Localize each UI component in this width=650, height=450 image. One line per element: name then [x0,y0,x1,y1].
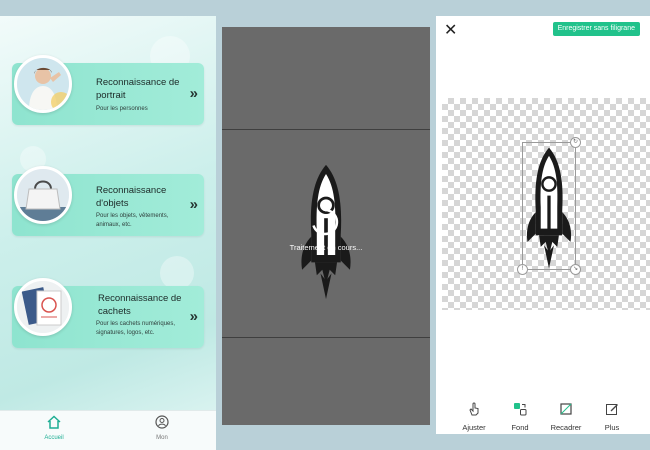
stamp-thumbnail [14,278,72,336]
handbag-thumbnail [14,166,72,224]
tool-adjust[interactable]: Ajuster [452,402,496,432]
chevron-right-icon: » [189,85,199,102]
profile-icon [155,415,169,429]
bottom-tab-bar: Accueil Mon [0,410,216,450]
tab-label: Accueil [44,435,64,441]
divider [222,129,430,130]
rotate-handle-icon[interactable]: ↻ [570,137,581,148]
chevron-right-icon: » [189,308,199,325]
resize-handle-icon[interactable]: ↘ [570,264,581,275]
tool-crop[interactable]: Recadrer [544,402,588,432]
background-icon [514,403,527,416]
save-without-watermark-button[interactable]: Enregistrer sans filigrane [552,22,640,36]
card-subtitle: Pour les objets, vêtements, animaux, etc… [96,213,169,228]
home-icon [47,415,61,429]
tab-label: Mon [156,435,168,441]
card-subtitle: Pour les personnes [96,106,148,112]
crop-icon [560,403,572,415]
edit-icon [606,404,618,415]
close-icon[interactable]: ✕ [444,23,457,39]
tool-label: Ajuster [462,423,486,432]
hand-icon [469,402,479,416]
tool-label: Plus [604,423,620,432]
processing-screen: Traitement en cours... [222,27,430,425]
editor-screen: ✕ Enregistrer sans filigrane ↻ ! ↘ Ajust… [436,16,650,434]
card-subtitle: Pour les cachets numériques, signatures,… [96,321,176,336]
editor-toolbar: Ajuster Fond Recadrer Plus [436,400,650,434]
card-title: Reconnaissance d'objets [96,185,167,209]
divider [222,337,430,338]
warning-handle-icon[interactable]: ! [517,264,528,275]
tool-background[interactable]: Fond [498,402,542,432]
card-title: Reconnaissance de portrait [96,77,180,101]
card-title: Reconnaissance de cachets [98,293,182,317]
tab-profile[interactable]: Mon [135,415,189,441]
tool-label: Recadrer [550,423,582,432]
chevron-right-icon: » [189,196,199,213]
transparent-canvas[interactable]: ↻ ! ↘ [442,98,650,310]
tool-label: Fond [511,423,529,432]
tool-more[interactable]: Plus [590,402,634,432]
tab-home[interactable]: Accueil [27,415,81,441]
rocket-cutout-image[interactable] [522,146,576,270]
recognition-menu-screen: Reconnaissance de portrait Pour les pers… [0,16,216,450]
processing-status: Traitement en cours... [289,243,363,252]
portrait-thumbnail [14,55,72,113]
loading-spinner-icon [312,208,339,236]
bokeh-decoration [160,256,194,290]
